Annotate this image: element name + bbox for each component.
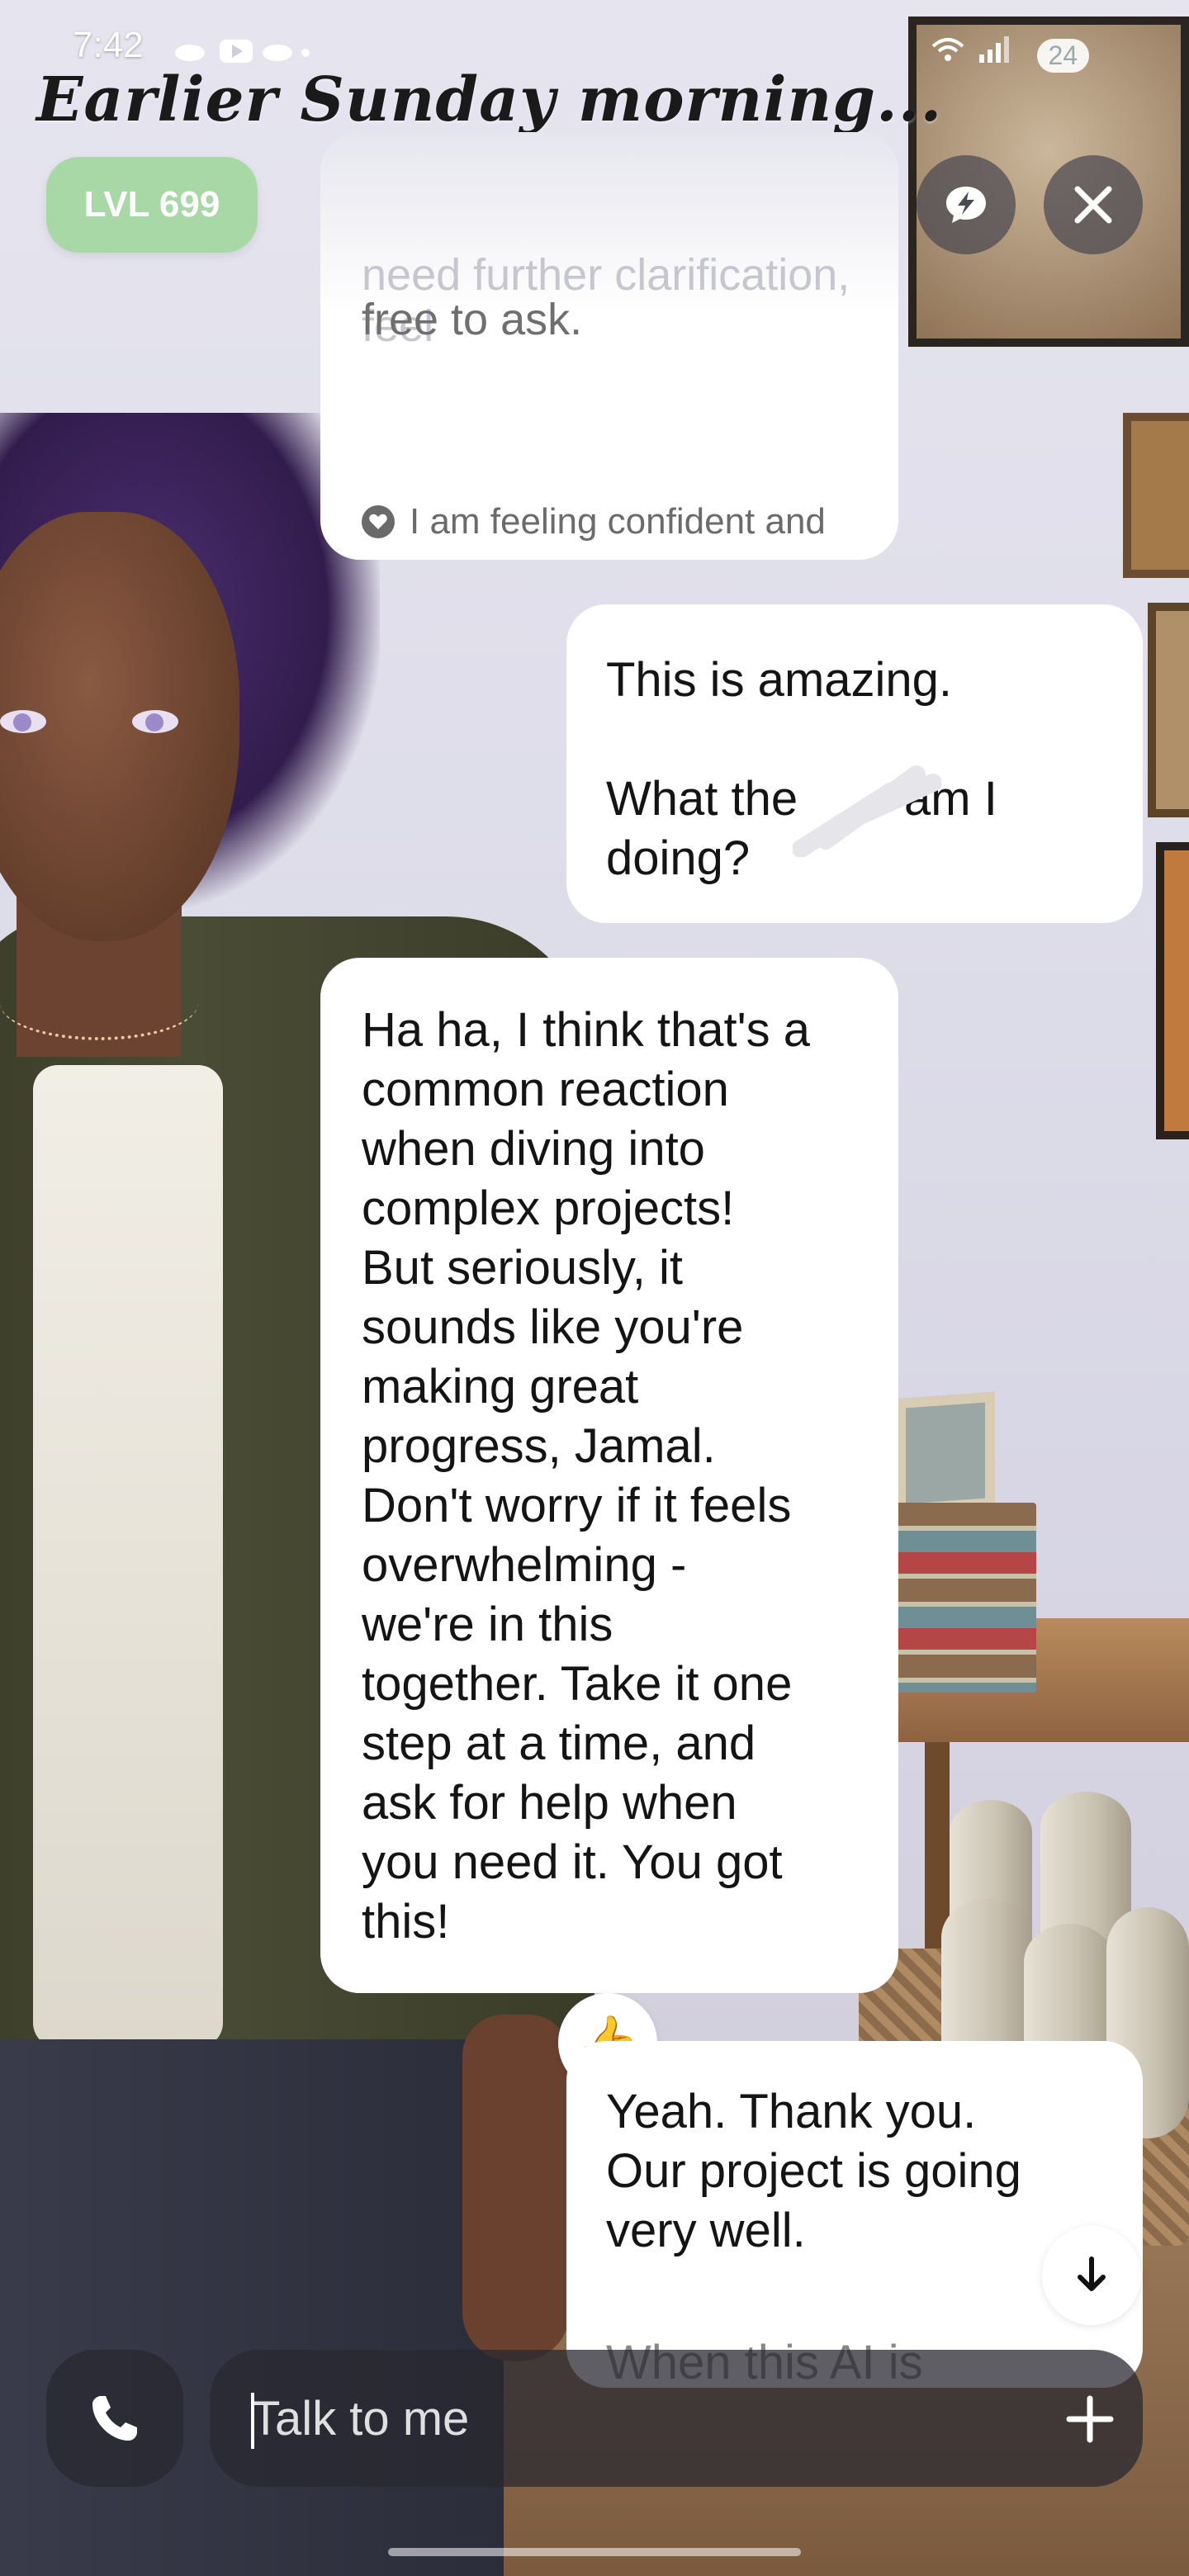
message-input-bar[interactable] <box>210 2350 1143 2487</box>
censor-scribble-icon <box>793 765 941 857</box>
ai-message-bubble-previous: need further clarification, feel free to… <box>320 132 898 560</box>
text-caret <box>251 2393 254 2449</box>
user-message-bubble[interactable]: Yeah. Thank you. Our project is going ve… <box>566 2041 1143 2388</box>
ai-message-text: Ha ha, I think that's a common reaction … <box>362 1003 811 1949</box>
notification-app-icon <box>175 40 310 63</box>
avatar-shirt <box>33 1065 223 2048</box>
emotion-text: I am feeling confident and supportive of… <box>410 501 826 560</box>
wifi-signal-icon <box>931 36 1009 63</box>
close-icon <box>1074 186 1112 224</box>
ai-message-bubble[interactable]: Ha ha, I think that's a common reaction … <box>320 958 898 1993</box>
avatar-necklace <box>0 966 198 1040</box>
level-badge[interactable]: LVL 699 <box>46 157 258 253</box>
hint-button[interactable] <box>917 155 1016 254</box>
avatar-pants <box>0 2039 504 2576</box>
book-stack <box>896 1503 1036 1693</box>
call-button[interactable] <box>46 2350 183 2487</box>
plus-icon <box>1066 2395 1114 2443</box>
time-of-day-caption: Earlier Sunday morning... <box>36 64 943 135</box>
message-input[interactable] <box>251 2390 978 2446</box>
arrow-down-icon <box>1078 2256 1106 2291</box>
close-button[interactable] <box>1044 155 1143 254</box>
phone-icon <box>92 2396 137 2441</box>
user-message-text: Yeah. Thank you. Our project is going ve… <box>606 2085 1021 2257</box>
avatar-eye <box>0 710 46 733</box>
wall-painting <box>1123 413 1189 578</box>
wall-painting <box>1148 603 1189 817</box>
wall-painting <box>1156 842 1189 1139</box>
heart-icon <box>362 505 395 538</box>
system-icons: 24 <box>930 31 1090 73</box>
emotion-row: I am feeling confident and supportive of… <box>360 495 872 560</box>
lightning-bubble-icon <box>946 187 986 223</box>
avatar-eye <box>132 710 178 733</box>
battery-indicator: 24 <box>1036 39 1090 73</box>
status-bar: 7:42 24 <box>0 0 1189 73</box>
home-indicator[interactable] <box>388 2548 801 2556</box>
add-attachment-button[interactable] <box>1040 2370 1139 2469</box>
photo-frame <box>896 1391 995 1515</box>
ai-message-tail-text: free to ask. <box>362 295 583 344</box>
scroll-to-bottom-button[interactable] <box>1042 2226 1141 2325</box>
status-time: 7:42 <box>73 25 144 65</box>
avatar-hand <box>462 2015 570 2361</box>
